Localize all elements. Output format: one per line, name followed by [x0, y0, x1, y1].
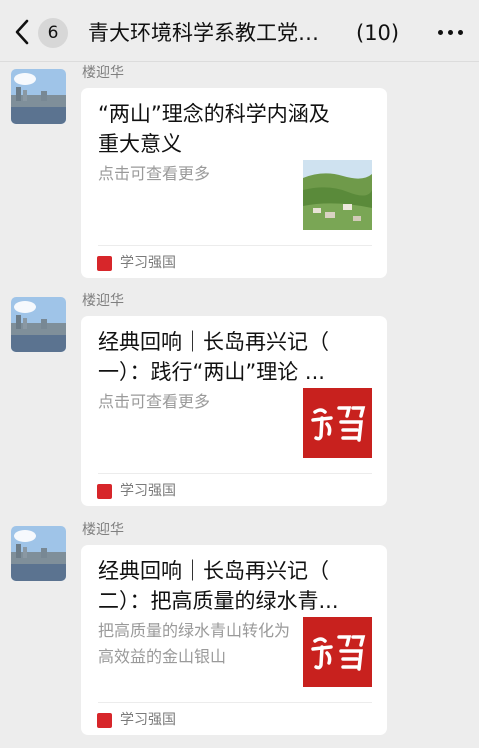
xuexi-source-icon [97, 484, 112, 499]
chat-message: 楼迎华 经典回响｜长岛再兴记（ 一）：践行“两山”理论 ... 点击可查看更多 … [0, 293, 479, 517]
article-title: “两山”理念的科学内涵及 重大意义 [98, 99, 374, 159]
source-label: 学习强国 [120, 483, 176, 499]
sender-name: 楼迎华 [82, 293, 124, 309]
article-card[interactable]: 经典回响｜长岛再兴记（ 二）：把高质量的绿水青... 把高质量的绿水青山转化为高… [81, 545, 387, 735]
article-thumbnail [303, 160, 372, 230]
article-title: 经典回响｜长岛再兴记（ 一）：践行“两山”理论 ... [98, 327, 374, 387]
xuexi-source-icon [97, 256, 112, 271]
article-title-line: 一）：践行“两山”理论 ... [98, 360, 325, 384]
divider [98, 245, 372, 246]
source-label: 学习强国 [120, 255, 176, 271]
chat-header: 6 青大环境科学系教工党… (10) [0, 0, 479, 62]
article-title-line: 经典回响｜长岛再兴记（ [98, 559, 329, 583]
article-title-line: 二）：把高质量的绿水青... [98, 589, 339, 613]
article-card[interactable]: 经典回响｜长岛再兴记（ 一）：践行“两山”理论 ... 点击可查看更多 学习强国 [81, 316, 387, 506]
chat-message: 楼迎华 经典回响｜长岛再兴记（ 二）：把高质量的绿水青... 把高质量的绿水青山… [0, 522, 479, 746]
back-arrow-icon[interactable] [10, 16, 34, 48]
xuexi-logo-thumbnail [303, 388, 372, 458]
article-title: 经典回响｜长岛再兴记（ 二）：把高质量的绿水青... [98, 556, 374, 616]
xuexi-logo-thumbnail [303, 617, 372, 687]
chat-title: 青大环境科学系教工党… [88, 21, 319, 45]
article-description: 点击可查看更多 [98, 164, 211, 183]
divider [98, 702, 372, 703]
member-count: (10) [356, 21, 400, 45]
article-description: 点击可查看更多 [98, 392, 211, 411]
chat-message: 楼迎华 “两山”理念的科学内涵及 重大意义 点击可查看更多 学习强国 [0, 65, 479, 289]
article-title-line: “两山”理念的科学内涵及 [98, 102, 330, 126]
avatar[interactable] [11, 526, 66, 581]
article-title-line: 经典回响｜长岛再兴记（ [98, 330, 329, 354]
article-title-line: 重大意义 [98, 132, 182, 156]
divider [98, 473, 372, 474]
sender-name: 楼迎华 [82, 522, 124, 538]
avatar[interactable] [11, 69, 66, 124]
article-description: 把高质量的绿水青山转化为高效益的金山银山 [98, 621, 291, 666]
sender-name: 楼迎华 [82, 65, 124, 81]
xuexi-source-icon [97, 713, 112, 728]
source-label: 学习强国 [120, 712, 176, 728]
more-options-icon[interactable] [434, 18, 468, 46]
article-card[interactable]: “两山”理念的科学内涵及 重大意义 点击可查看更多 学习强国 [81, 88, 387, 278]
unread-count-badge[interactable]: 6 [38, 18, 68, 48]
avatar[interactable] [11, 297, 66, 352]
